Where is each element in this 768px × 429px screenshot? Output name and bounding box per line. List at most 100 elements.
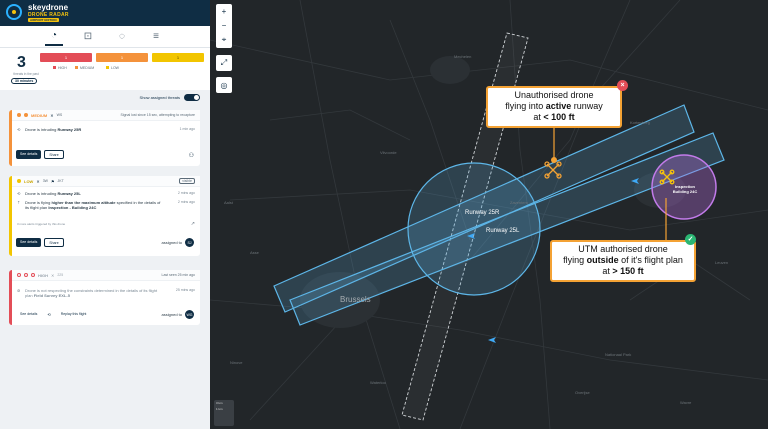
sidebar: skeydrone DRONE RADAR AIRPORT EDITION ◔ … (0, 0, 210, 429)
assigned-label: assigned to (161, 312, 182, 317)
card-header: HIGH ✕ 225 Last seen 25 min ago (12, 270, 200, 281)
drone-icon: ✕ (50, 112, 54, 118)
avatar[interactable]: WG (185, 310, 194, 319)
card-actions: See details Share (16, 150, 64, 159)
inspection-zone-label: Inspection Building 24C (672, 184, 698, 194)
high-count-bar: 1 (40, 53, 92, 62)
place-label: Zaventem (510, 200, 528, 205)
legend-medium-label: MEDIUM (80, 66, 95, 70)
threat-card-medium[interactable]: MEDIUM ✕ WS Signal lost since 15 sec, at… (9, 110, 200, 166)
assigned-toggle[interactable] (184, 93, 200, 101)
drone-icon: ✕ (51, 272, 55, 278)
see-details-button[interactable]: See details (16, 238, 42, 247)
tab-bar: ◔ ⊡ ◌ ≡ (0, 26, 210, 48)
fullscreen-icon[interactable]: ⤢ (216, 55, 232, 71)
callout-text: runway (571, 101, 603, 111)
compass-icon[interactable]: ⌖ (222, 35, 227, 45)
place-label: Waterloo (370, 380, 386, 385)
alert-line: ⟲ Drone is intruding Runway 25L 2 mins a… (12, 191, 200, 196)
arrow-icon[interactable]: ↗ (191, 221, 195, 227)
severity-label: HIGH (38, 272, 48, 278)
alert-message: Drone is intruding Runway 25R (25, 127, 81, 132)
alert-message: Drone is not respecting the constraints … (25, 288, 165, 298)
alert-message: Drone is flying higher than the maximum … (25, 200, 165, 210)
airport-ctr-zone (407, 162, 541, 296)
zone-icon[interactable]: ⊡ (79, 28, 97, 46)
drone-id: 225 (57, 273, 64, 277)
operator-id: JKT (57, 179, 64, 183)
alert-time: 2 mins ago (177, 200, 195, 204)
dashboard-icon[interactable]: ◔ (45, 28, 63, 46)
share-button[interactable]: Share (44, 238, 64, 247)
locate-icon[interactable]: ◎ (216, 77, 232, 93)
threat-count: 3 (17, 54, 26, 71)
alert-time: 25 mins ago (175, 288, 195, 292)
avatar[interactable]: SJ (185, 238, 194, 247)
assignee: assigned to SJ (162, 238, 194, 247)
callout-text: of it's flight plan (618, 255, 683, 265)
severity-dot (17, 273, 21, 277)
callout-text: at (602, 266, 613, 276)
callout-bold: < 100 ft (543, 112, 575, 122)
place-label: Overijse (575, 390, 590, 395)
alert-time: 1 min ago (179, 127, 195, 131)
callout-text: flying into (505, 101, 546, 111)
place-label: Wavre (680, 400, 692, 405)
alert-x-icon: × (617, 80, 628, 91)
drone-id: 3W (42, 179, 48, 183)
card-header: LOW ✕ 3W ⚑ JKT visible (12, 176, 200, 187)
logo-icon (6, 4, 22, 20)
threat-card-low[interactable]: LOW ✕ 3W ⚑ JKT visible ⟲ Drone is intrud… (9, 176, 200, 256)
app-header: skeydrone DRONE RADAR AIRPORT EDITION (0, 0, 210, 26)
drone-shield-icon[interactable]: ◌ (113, 28, 131, 46)
place-label: Aalst (224, 200, 233, 205)
alert-text: Drone is intruding (25, 127, 58, 132)
replay-button[interactable]: Replay this flight (57, 310, 91, 319)
alert-bold: Runway 25L (57, 191, 81, 196)
callout-line: UTM authorised drone (578, 244, 668, 254)
share-button[interactable]: Share (44, 150, 64, 159)
unauthorised-drone-callout: Unauthorised drone flying into active ru… (486, 86, 622, 128)
severity-label: MEDIUM (31, 112, 48, 118)
assigned-toggle-row: Show assigned threats (0, 90, 210, 104)
map-scale: 3 km 1 km (214, 400, 234, 426)
drone-id: WS (56, 113, 63, 117)
map-view[interactable]: Mechelen Vilvoorde Zaventem Leuven Overi… (210, 0, 768, 429)
alert-time: 2 mins ago (177, 191, 195, 195)
threat-list: Show assigned threats MEDIUM ✕ WS Signal… (0, 90, 210, 429)
authorised-drone-callout: UTM authorised drone flying outside of i… (550, 240, 696, 282)
threat-card-high[interactable]: HIGH ✕ 225 Last seen 25 min ago ⊘ Drone … (9, 270, 200, 325)
severity-dot (24, 113, 28, 117)
see-details-button[interactable]: See details (16, 310, 41, 319)
legend-high: HIGH (53, 66, 67, 70)
place-label: Nationaal Park (605, 352, 632, 357)
assignee: assigned to WG (162, 310, 194, 319)
severity-label: LOW (24, 178, 34, 184)
constraint-icon: ⊘ (17, 288, 21, 293)
place-label: Mechelen (454, 54, 472, 59)
alert-bold: Runway 25R (57, 127, 82, 132)
visibility-tag: visible (179, 178, 195, 184)
place-label: Vilvoorde (380, 150, 397, 155)
zoom-controls: + − ⌖ (216, 4, 232, 48)
threat-count-caption: threats in the past (13, 72, 39, 76)
zoom-in-button[interactable]: + (222, 7, 227, 16)
see-details-button[interactable]: See details (16, 150, 42, 159)
callout-bold: outside (586, 255, 619, 265)
runway-25l-label: Runway 25L (486, 228, 520, 234)
legend-low: LOW (106, 66, 119, 70)
menu-icon[interactable]: ≡ (147, 28, 165, 46)
place-label: Leuven (715, 260, 729, 265)
flight-plan-name: Inspection - Building 24C (48, 205, 97, 210)
zoom-out-button[interactable]: − (222, 21, 227, 30)
assign-user-icon[interactable]: ⚇ (189, 152, 194, 159)
time-window-selector[interactable]: 30 minutes (11, 78, 38, 84)
legend-high-label: HIGH (58, 66, 67, 70)
card-actions: See details Share (16, 238, 64, 247)
replay-icon[interactable]: ⟲ (47, 312, 50, 317)
alert-text: Drone is intruding (25, 191, 58, 196)
flight-plan-name: Field Survey EXL-5 (33, 293, 70, 298)
severity-dot (17, 113, 21, 117)
callout-line: Unauthorised drone (514, 90, 594, 100)
scale-label: 1 km (216, 407, 223, 411)
